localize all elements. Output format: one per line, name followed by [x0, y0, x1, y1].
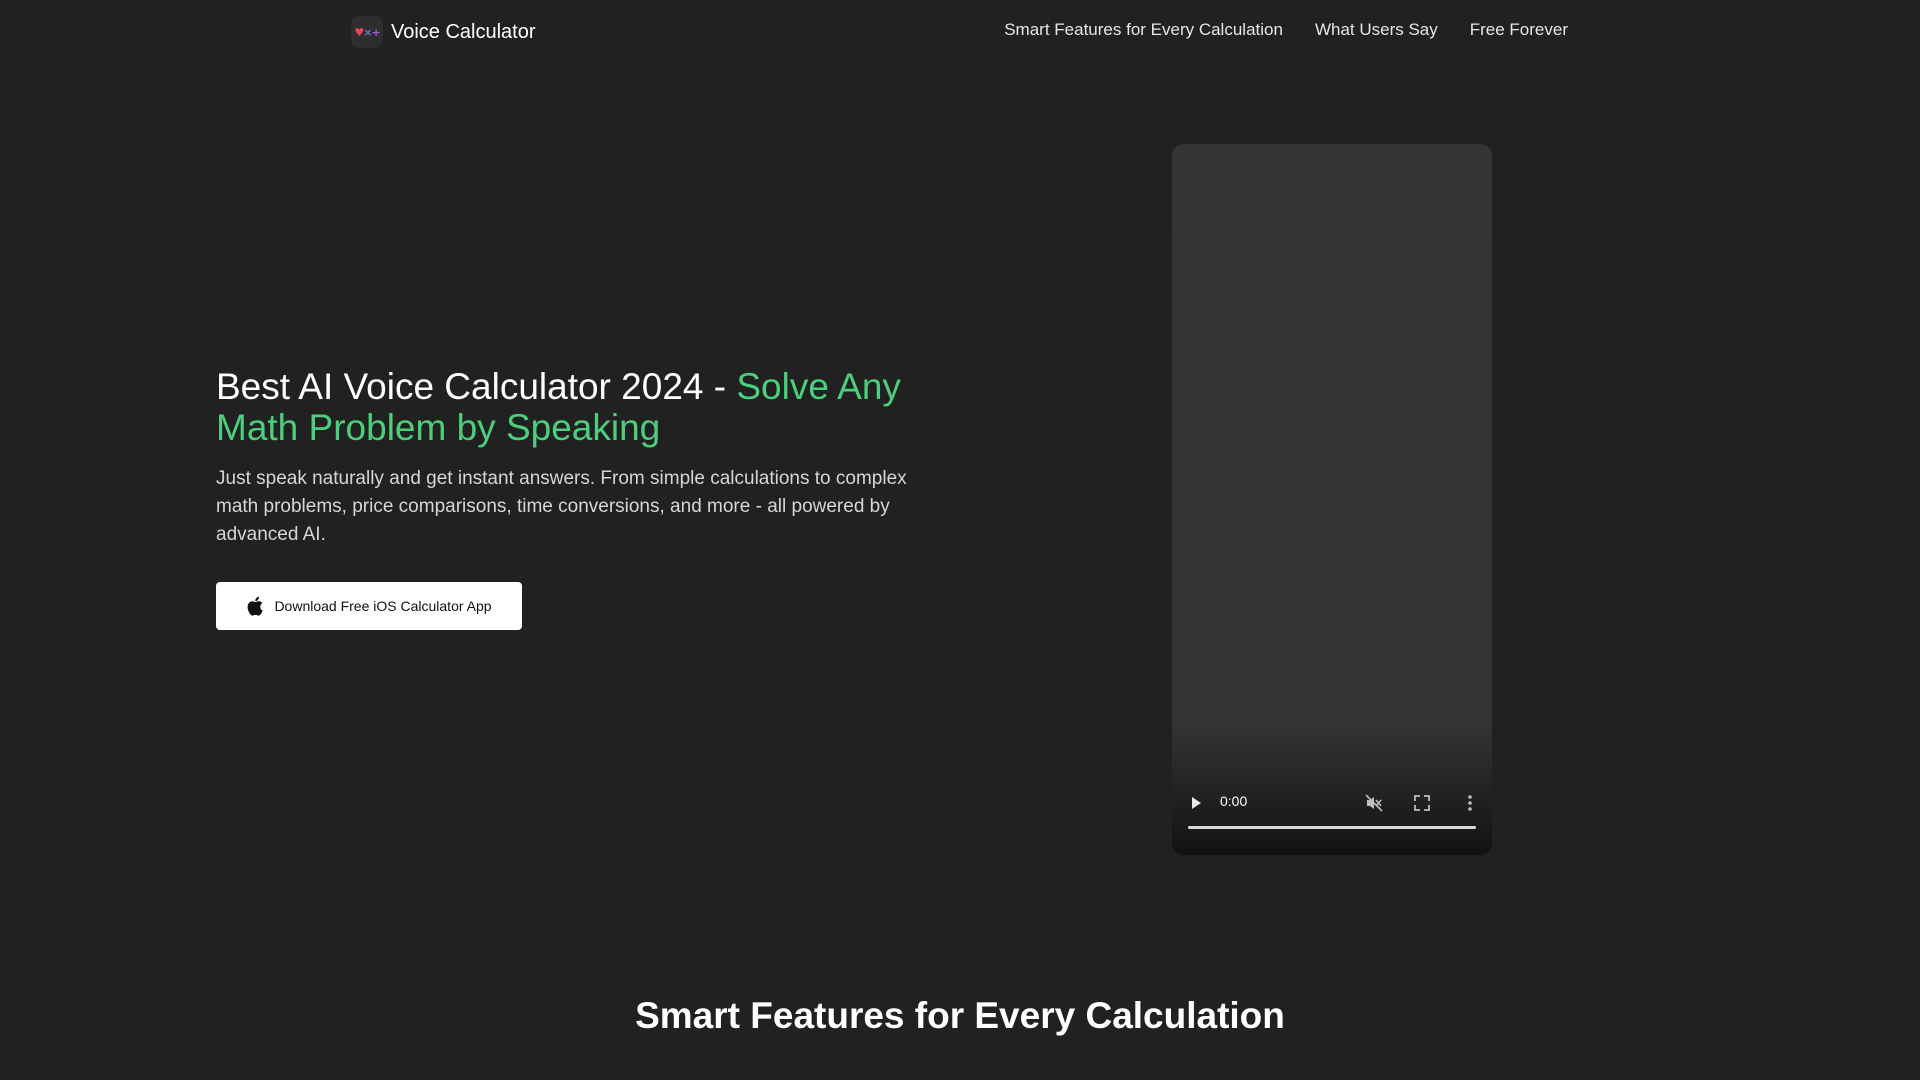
- heart-glyph: ♥: [354, 25, 364, 39]
- features-section-title: Smart Features for Every Calculation: [635, 995, 1285, 1036]
- page: ♥ × + Voice Calculator Smart Features for …: [0, 0, 1920, 1080]
- app-logo-icon: ♥ × +: [351, 16, 383, 48]
- fullscreen-icon[interactable]: [1412, 793, 1432, 813]
- video-controls: 0:00: [1172, 775, 1492, 855]
- main-nav: Smart Features for Every Calculation Wha…: [1004, 20, 1568, 40]
- site-header: ♥ × + Voice Calculator Smart Features for …: [0, 0, 1920, 64]
- download-ios-button[interactable]: Download Free iOS Calculator App: [216, 582, 522, 630]
- muted-icon[interactable]: [1364, 793, 1384, 813]
- plus-glyph: +: [371, 25, 380, 39]
- video-progress-bar[interactable]: [1188, 826, 1476, 829]
- play-icon[interactable]: [1188, 795, 1204, 811]
- video-time: 0:00: [1220, 793, 1248, 809]
- times-glyph: ×: [363, 25, 372, 39]
- download-ios-label: Download Free iOS Calculator App: [274, 598, 492, 614]
- apple-icon: [248, 596, 264, 616]
- demo-video[interactable]: 0:00: [1172, 144, 1492, 855]
- brand-link[interactable]: ♥ × + Voice Calculator: [351, 15, 536, 49]
- hero-title-plain: Best AI Voice Calculator 2024 -: [216, 366, 737, 407]
- brand-name: Voice Calculator: [391, 20, 536, 43]
- hero-title: Best AI Voice Calculator 2024 - Solve An…: [216, 366, 956, 448]
- hero-description: Just speak naturally and get instant ans…: [216, 468, 907, 545]
- nav-link-features[interactable]: Smart Features for Every Calculation: [1004, 20, 1283, 40]
- more-options-icon[interactable]: [1460, 793, 1480, 813]
- nav-link-testimonials[interactable]: What Users Say: [1315, 20, 1438, 40]
- nav-link-pricing[interactable]: Free Forever: [1470, 20, 1568, 40]
